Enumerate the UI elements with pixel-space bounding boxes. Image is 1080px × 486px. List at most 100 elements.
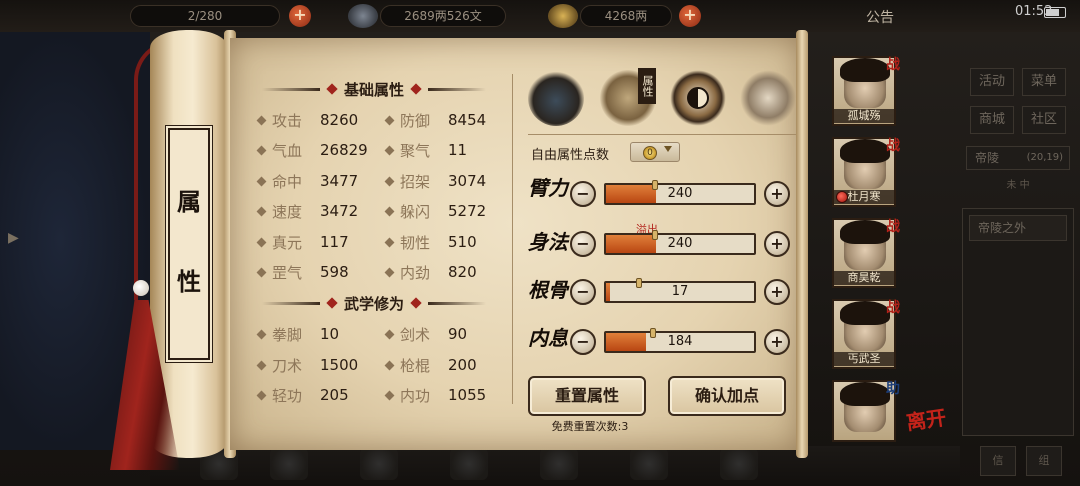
- stat-label: 躲闪: [400, 202, 431, 221]
- diamond-icon: [384, 237, 395, 247]
- reset-attributes-button[interactable]: 重置属性: [528, 376, 646, 416]
- activity-button[interactable]: 活动: [970, 68, 1014, 96]
- stat-value: 3477: [320, 172, 359, 190]
- slider-knob[interactable]: [636, 278, 642, 288]
- slider-knob[interactable]: [650, 328, 656, 338]
- stat-true-essence: 真元 117: [256, 231, 349, 253]
- mail-button[interactable]: 信: [980, 446, 1016, 476]
- area-item[interactable]: 帝陵之外: [969, 215, 1067, 241]
- scroll-title-char-2: 性: [177, 267, 201, 296]
- skill-label: 剑术: [400, 325, 431, 344]
- inner-breath-bar[interactable]: 184: [604, 331, 756, 353]
- strength-minus-button[interactable]: −: [570, 181, 596, 207]
- stat-defense: 防御 8454: [384, 109, 487, 131]
- party-member-card[interactable]: 孤城殇 战: [832, 56, 900, 126]
- agility-minus-button[interactable]: −: [570, 231, 596, 257]
- skill-value: 10: [320, 325, 340, 343]
- diamond-icon: [256, 176, 267, 186]
- bar-value: 184: [667, 334, 693, 349]
- stat-value: 117: [320, 233, 349, 251]
- point-name-strength: 臂力: [528, 176, 568, 200]
- heading-knot: [410, 297, 422, 309]
- skill-value: 200: [448, 356, 477, 374]
- member-role-tag: 助: [886, 381, 900, 397]
- team-button[interactable]: 组: [1026, 446, 1062, 476]
- skill-value: 205: [320, 386, 349, 404]
- copper-amount: 2689两526文: [380, 5, 506, 27]
- party-member-card[interactable]: 杜月寒 战: [832, 137, 900, 207]
- party-member-card[interactable]: 商昊乾 战: [832, 218, 900, 288]
- inner-breath-minus-button[interactable]: −: [570, 329, 596, 355]
- leave-button[interactable]: 离开: [904, 401, 948, 435]
- silver-ingot-icon: [548, 4, 578, 28]
- constitution-plus-button[interactable]: +: [764, 279, 790, 305]
- stat-value: 3074: [448, 172, 487, 190]
- portrait-hair: [840, 139, 890, 163]
- agility-plus-button[interactable]: +: [764, 231, 790, 257]
- stat-label: 聚气: [400, 141, 431, 160]
- location-box: 帝陵 (20,19): [966, 146, 1070, 170]
- skill-sword: 剑术 90: [384, 323, 467, 345]
- skill-value: 1500: [320, 356, 359, 374]
- bag-capacity: 2/280: [130, 5, 280, 27]
- stat-label: 韧性: [400, 233, 431, 252]
- tab-meridian-figure-icon[interactable]: [740, 70, 796, 126]
- toolbar-slot-5-icon[interactable]: [540, 448, 578, 480]
- stat-value: 3472: [320, 202, 359, 220]
- add-capacity-button[interactable]: +: [289, 5, 311, 27]
- stat-hit: 命中 3477: [256, 170, 359, 192]
- slider-knob[interactable]: [652, 230, 658, 240]
- notice-button[interactable]: 公告: [866, 7, 894, 27]
- party-member-card[interactable]: 助: [832, 380, 900, 442]
- skill-label: 刀术: [272, 356, 303, 375]
- heading-knot: [326, 297, 338, 309]
- inner-breath-plus-button[interactable]: +: [764, 329, 790, 355]
- expand-arrow-icon[interactable]: ▶: [8, 230, 19, 246]
- battery-icon: [1044, 7, 1066, 18]
- jade-bead: [133, 280, 149, 296]
- location-coords: (20,19): [1026, 152, 1063, 163]
- free-reset-count: 免费重置次数:3: [551, 420, 629, 433]
- stat-label: 攻击: [272, 111, 303, 130]
- party-member-card[interactable]: 丐武圣 战: [832, 299, 900, 369]
- agility-bar[interactable]: 240: [604, 233, 756, 255]
- martial-heading-text: 武学修为: [344, 294, 405, 313]
- location-sub: 未 中: [1006, 180, 1030, 191]
- skill-spear-staff: 枪棍 200: [384, 354, 477, 376]
- stat-label: 命中: [272, 172, 303, 191]
- member-role-tag: 战: [886, 57, 900, 73]
- tab-character-hat-icon[interactable]: [528, 70, 584, 126]
- constitution-minus-button[interactable]: −: [570, 279, 596, 305]
- stat-value: 8454: [448, 111, 487, 129]
- heading-knot: [410, 83, 422, 95]
- toolbar-slot-7-icon[interactable]: [720, 448, 758, 480]
- shop-button[interactable]: 商城: [970, 106, 1014, 134]
- toolbar-slot-3-icon[interactable]: [360, 448, 398, 480]
- heading-rule: [428, 87, 487, 91]
- menu-button[interactable]: 菜单: [1022, 68, 1066, 96]
- community-button[interactable]: 社区: [1022, 106, 1066, 134]
- strength-bar[interactable]: 240: [604, 183, 756, 205]
- tab-bagua-icon[interactable]: [670, 70, 726, 126]
- strength-plus-button[interactable]: +: [764, 181, 790, 207]
- skill-fist: 拳脚 10: [256, 323, 340, 345]
- stat-speed: 速度 3472: [256, 200, 359, 222]
- diamond-icon: [384, 360, 395, 370]
- toolbar-slot-4-icon[interactable]: [450, 448, 488, 480]
- diamond-icon: [384, 145, 395, 155]
- member-name: 商昊乾: [834, 271, 894, 285]
- martial-arts-heading: 武学修为: [262, 292, 487, 314]
- diamond-icon: [256, 145, 267, 155]
- portrait-hair: [840, 301, 890, 325]
- toolbar-slot-2-icon[interactable]: [270, 448, 308, 480]
- stat-label: 罡气: [272, 263, 303, 282]
- column-divider: [512, 74, 513, 404]
- slider-knob[interactable]: [652, 180, 658, 190]
- add-silver-button[interactable]: +: [679, 5, 701, 27]
- constitution-bar[interactable]: 17: [604, 281, 756, 303]
- point-name-agility: 身法: [528, 230, 568, 254]
- stat-label: 速度: [272, 202, 303, 221]
- free-points-label: 自由属性点数: [531, 148, 610, 163]
- confirm-points-button[interactable]: 确认加点: [668, 376, 786, 416]
- toolbar-slot-6-icon[interactable]: [630, 448, 668, 480]
